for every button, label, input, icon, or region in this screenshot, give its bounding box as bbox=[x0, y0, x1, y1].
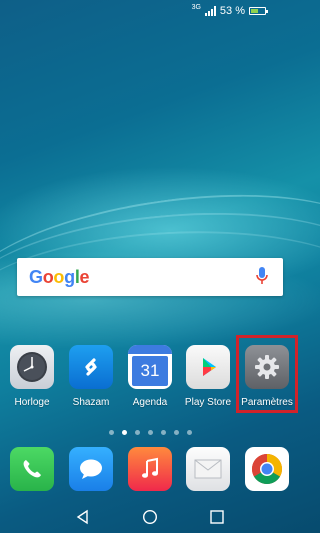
shazam-icon bbox=[69, 345, 113, 389]
page-dot[interactable] bbox=[147, 430, 153, 435]
page-dot[interactable] bbox=[134, 430, 140, 435]
dock-email[interactable] bbox=[178, 447, 238, 499]
app-label: Agenda bbox=[132, 397, 168, 408]
logo-letter: g bbox=[64, 266, 75, 287]
page-dot[interactable] bbox=[186, 430, 192, 435]
clock-icon bbox=[10, 345, 54, 389]
dock-music[interactable] bbox=[120, 447, 180, 499]
network-type: 3G bbox=[191, 3, 201, 11]
google-logo: Google bbox=[29, 266, 90, 288]
phone-icon bbox=[10, 447, 54, 491]
app-play-store[interactable]: Play Store bbox=[178, 345, 238, 408]
dock-phone[interactable] bbox=[2, 447, 62, 499]
back-icon[interactable] bbox=[75, 509, 91, 530]
app-calendar[interactable]: 31 Agenda bbox=[120, 345, 180, 408]
microphone-icon[interactable] bbox=[255, 266, 269, 288]
page-indicator bbox=[0, 430, 300, 435]
logo-letter: o bbox=[53, 266, 65, 287]
logo-letter: e bbox=[79, 266, 90, 287]
google-search-bar[interactable]: Google bbox=[17, 258, 283, 296]
recents-icon[interactable] bbox=[209, 509, 225, 530]
page-dot[interactable] bbox=[121, 430, 127, 435]
app-shazam[interactable]: Shazam bbox=[61, 345, 121, 408]
chrome-icon bbox=[245, 447, 289, 491]
app-label: Play Store bbox=[184, 397, 232, 408]
logo-letter: o bbox=[42, 266, 54, 287]
signal-icon bbox=[204, 6, 216, 16]
dock-messages[interactable] bbox=[61, 447, 121, 499]
calendar-day: 31 bbox=[140, 361, 160, 380]
music-icon bbox=[128, 447, 172, 491]
calendar-icon: 31 bbox=[128, 345, 172, 389]
battery-percent: 53 % bbox=[219, 5, 245, 17]
status-bar: 3G 53 % bbox=[0, 0, 300, 22]
page-dot[interactable] bbox=[108, 430, 114, 435]
page-dot[interactable] bbox=[173, 430, 179, 435]
email-icon bbox=[186, 447, 230, 491]
page-dot[interactable] bbox=[160, 430, 166, 435]
logo-letter: G bbox=[29, 266, 43, 287]
app-clock[interactable]: Horloge bbox=[2, 345, 62, 408]
highlight-box bbox=[236, 335, 298, 413]
app-label: Shazam bbox=[72, 397, 110, 408]
messages-icon bbox=[69, 447, 113, 491]
battery-icon bbox=[249, 7, 268, 15]
home-icon[interactable] bbox=[142, 509, 158, 530]
play-store-icon bbox=[186, 345, 230, 389]
navigation-bar bbox=[0, 505, 300, 531]
app-label: Horloge bbox=[14, 397, 50, 408]
dock-chrome[interactable] bbox=[237, 447, 297, 499]
